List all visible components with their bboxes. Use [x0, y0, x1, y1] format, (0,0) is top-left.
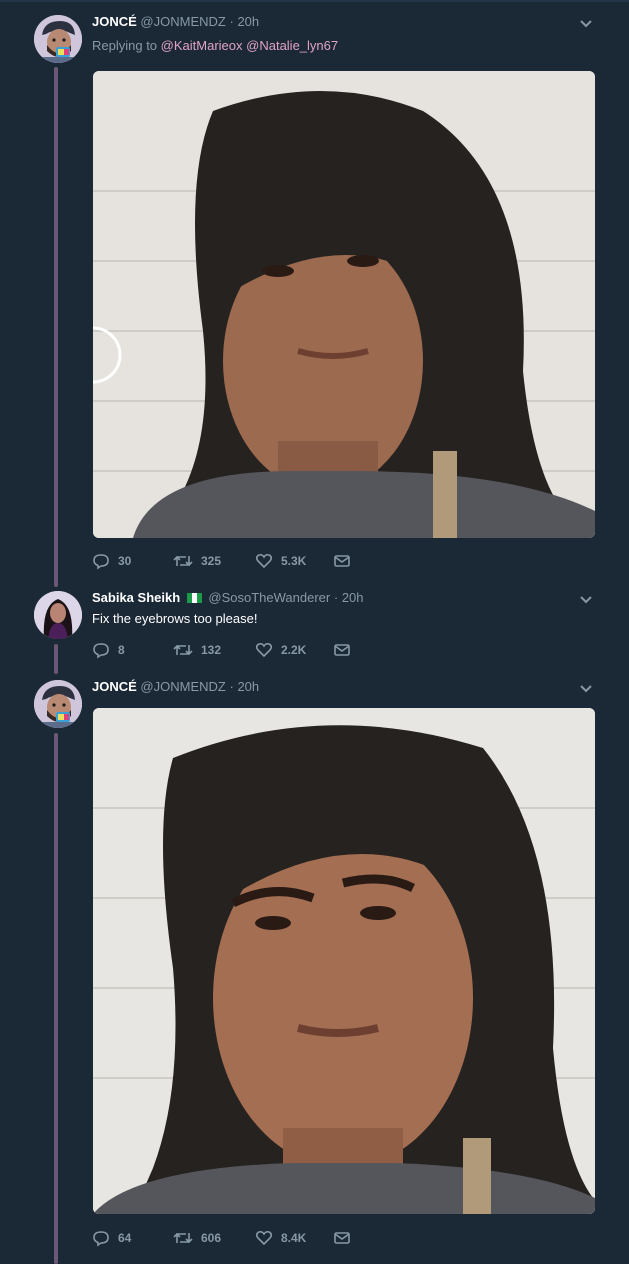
heart-icon	[255, 553, 273, 569]
thread-line	[54, 733, 58, 1264]
tweet-photo[interactable]	[93, 708, 595, 1214]
timestamp[interactable]: 20h	[237, 14, 259, 29]
like-button[interactable]: 2.2K	[255, 641, 306, 659]
retweet-icon	[173, 555, 193, 567]
avatar[interactable]	[34, 680, 82, 728]
timestamp[interactable]: 20h	[237, 679, 259, 694]
separator: ·	[229, 679, 234, 694]
replying-to-label: Replying to	[92, 38, 158, 53]
envelope-icon	[334, 1232, 350, 1244]
avatar[interactable]	[34, 591, 82, 639]
reply-button[interactable]: 8	[92, 641, 125, 659]
chevron-down-icon[interactable]	[579, 595, 593, 605]
user-handle[interactable]: @SosoTheWanderer	[208, 590, 330, 605]
retweet-icon	[173, 1232, 193, 1244]
retweet-count: 606	[201, 1231, 222, 1245]
like-button[interactable]: 8.4K	[255, 1229, 306, 1247]
like-count: 5.3K	[281, 554, 307, 568]
thread-line	[54, 644, 58, 674]
tweet-header: JONCÉ @JONMENDZ · 20h	[92, 679, 259, 695]
reply-count: 8	[118, 643, 125, 657]
retweet-icon	[173, 644, 193, 656]
mention-link[interactable]: @Natalie_lyn67	[246, 38, 338, 53]
display-name[interactable]: JONCÉ	[92, 679, 137, 694]
like-count: 8.4K	[281, 1231, 307, 1245]
separator: ·	[229, 14, 234, 29]
user-handle[interactable]: @JONMENDZ	[140, 679, 225, 694]
separator: ·	[333, 590, 339, 605]
chevron-down-icon[interactable]	[579, 684, 593, 694]
display-name[interactable]: Sabika Sheikh	[92, 590, 180, 605]
user-handle[interactable]: @JONMENDZ	[140, 14, 225, 29]
envelope-icon	[334, 555, 350, 567]
retweet-count: 132	[201, 643, 222, 657]
timestamp[interactable]: 20h	[342, 590, 364, 605]
like-count: 2.2K	[281, 643, 307, 657]
reply-icon	[93, 554, 109, 570]
reply-button[interactable]: 64	[92, 1229, 131, 1247]
display-name[interactable]: JONCÉ	[92, 14, 137, 29]
replying-to: Replying to @KaitMarieox @Natalie_lyn67	[92, 38, 338, 53]
dm-button[interactable]	[333, 552, 359, 570]
tweet-header: Sabika Sheikh @SosoTheWanderer · 20h	[92, 590, 364, 606]
reply-icon	[93, 1231, 109, 1247]
top-divider	[0, 0, 629, 2]
retweet-button[interactable]: 132	[173, 641, 221, 659]
mention-link[interactable]: @KaitMarieox	[161, 38, 243, 53]
dm-button[interactable]	[333, 641, 359, 659]
nigeria-flag-icon	[186, 591, 202, 603]
dm-button[interactable]	[333, 1229, 359, 1247]
retweet-count: 325	[201, 554, 222, 568]
like-button[interactable]: 5.3K	[255, 552, 306, 570]
heart-icon	[255, 1230, 273, 1246]
tweet-text: Fix the eyebrows too please!	[92, 611, 258, 626]
chevron-down-icon[interactable]	[579, 19, 593, 29]
retweet-button[interactable]: 606	[173, 1229, 221, 1247]
reply-icon	[93, 643, 109, 659]
heart-icon	[255, 642, 273, 658]
reply-count: 30	[118, 554, 132, 568]
reply-count: 64	[118, 1231, 132, 1245]
envelope-icon	[334, 644, 350, 656]
tweet-header: JONCÉ @JONMENDZ · 20h	[92, 14, 259, 30]
avatar[interactable]	[34, 15, 82, 63]
thread-line	[54, 67, 58, 587]
reply-button[interactable]: 30	[92, 552, 131, 570]
retweet-button[interactable]: 325	[173, 552, 221, 570]
tweet-photo[interactable]	[93, 71, 595, 538]
